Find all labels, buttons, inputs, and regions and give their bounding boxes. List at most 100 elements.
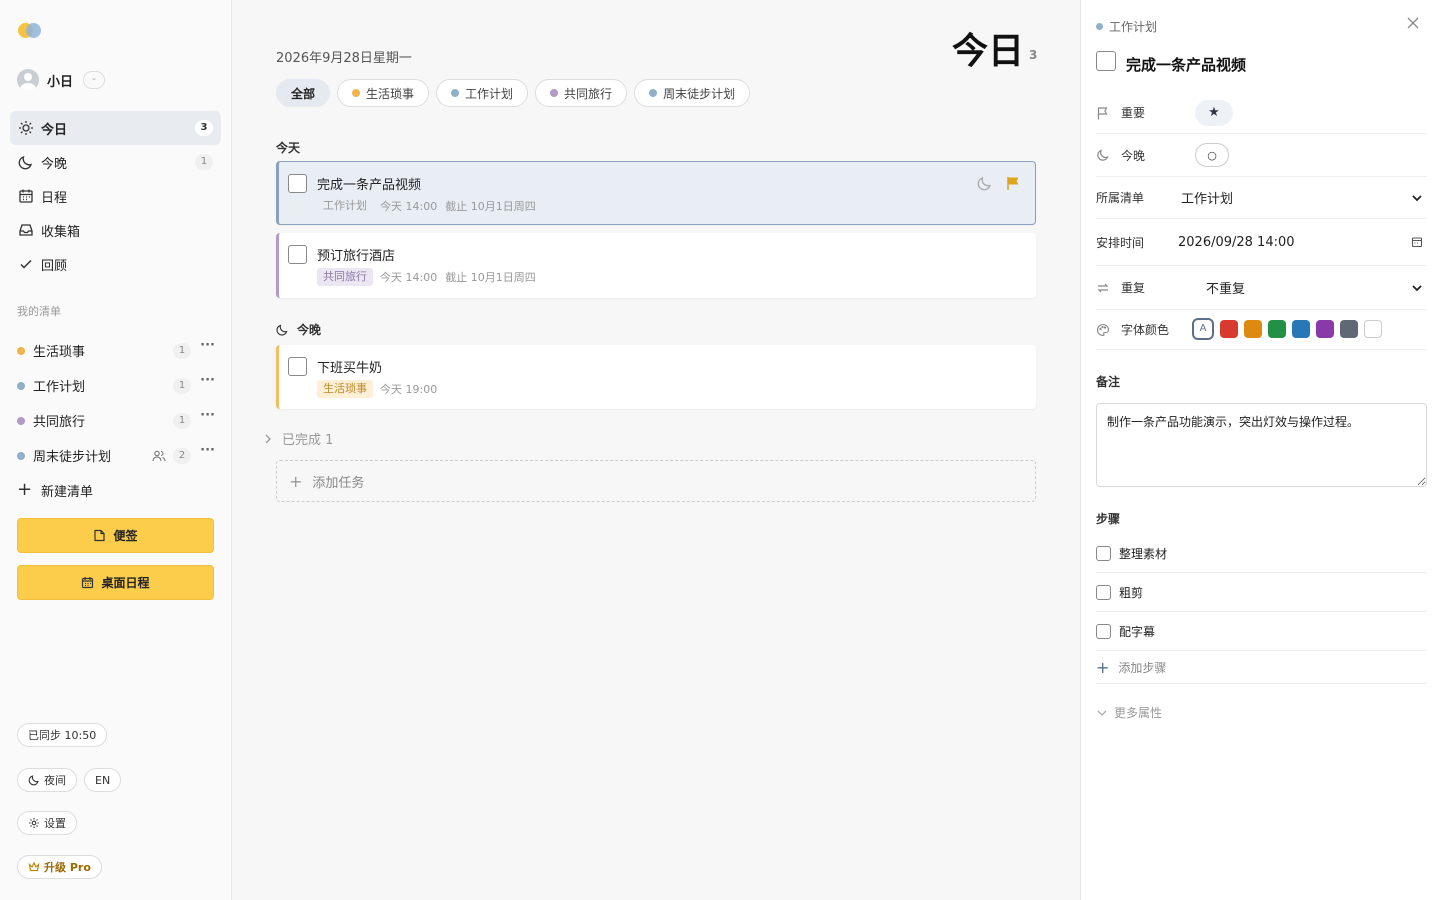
list-count-badge: 1 [173,413,191,429]
sticky-note-label: 便签 [113,529,138,543]
more-icon[interactable]: ··· [200,443,215,458]
task-checkbox[interactable] [288,357,307,376]
filter-all[interactable]: 全部 [276,79,331,107]
more-icon[interactable]: ··· [200,373,215,388]
sticky-note-button[interactable]: 便签 [17,518,214,553]
completed-label: 已完成 1 [282,433,334,448]
steps-heading: 步骤 [1096,512,1121,526]
list-label: 共同旅行 [33,415,86,430]
task-checkbox[interactable] [288,245,307,264]
step-item[interactable]: 整理素材 [1096,534,1427,573]
list-color-dot [17,451,25,460]
chevron-down-icon[interactable] [1411,192,1423,204]
font-color-label: 字体颜色 [1121,323,1170,337]
nav-item-schedule[interactable]: 日程 [10,179,221,213]
sync-status-button[interactable]: 已同步 10:50 [17,723,108,747]
repeat-row[interactable]: 重复 不重复 [1096,266,1427,310]
list-select-row[interactable]: 所属清单 工作计划 [1096,177,1427,219]
schedule-time-value[interactable]: 2026/09/28 14:00 [1178,235,1295,250]
page-task-count: 3 [1029,48,1038,62]
nav-item-tonight[interactable]: 今晚 1 [10,145,221,179]
list-item-life[interactable]: 生活琐事 1 ··· [10,333,221,368]
step-checkbox[interactable] [1096,584,1111,600]
filter-hiking[interactable]: 周末徒步计划 [634,79,751,107]
repeat-value[interactable]: 不重复 [1206,278,1245,297]
tonight-toggle[interactable]: ○ [1195,143,1229,167]
filter-label: 周末徒步计划 [663,86,736,101]
color-swatch-green[interactable] [1268,319,1286,338]
list-count-badge: 1 [173,343,191,359]
desktop-schedule-button[interactable]: 桌面日程 [17,565,214,600]
color-swatch-gray[interactable] [1340,319,1358,338]
lists: 生活琐事 1 ··· 工作计划 1 ··· 共同旅行 1 ··· 周末徒步计划 … [10,333,221,473]
more-properties-toggle[interactable]: 更多属性 [1096,704,1162,721]
chevron-down-icon[interactable] [1411,282,1423,294]
list-item-travel[interactable]: 共同旅行 1 ··· [10,403,221,438]
add-step-button[interactable]: + 添加步骤 [1096,652,1427,684]
user-status-badge[interactable]: - [83,71,106,89]
step-item[interactable]: 粗剪 [1096,573,1427,612]
night-mode-button[interactable]: 夜间 [17,768,77,792]
list-label: 生活琐事 [33,345,86,360]
task-meta: 生活琐事 今天 19:00 [317,380,445,398]
color-swatch-default[interactable]: A [1192,317,1214,340]
palette-icon [1097,323,1110,336]
completed-toggle[interactable]: 已完成 1 [262,429,333,448]
nav-item-inbox[interactable]: 收集箱 [10,213,221,247]
new-list-button[interactable]: + 新建清单 [17,478,93,502]
nav-item-review[interactable]: 回顾 [10,247,221,281]
color-swatch-orange[interactable] [1244,319,1262,338]
upgrade-pro-button[interactable]: 升级 Pro [17,855,102,879]
nav-count-badge: 1 [195,154,213,170]
language-button[interactable]: EN [84,768,122,792]
step-item[interactable]: 配字幕 [1096,612,1427,651]
detail-task-title[interactable]: 完成一条产品视频 [1126,54,1246,75]
task-list-tag: 共同旅行 [317,268,373,286]
add-task-button[interactable]: + 添加任务 [276,460,1036,502]
list-color-dot [17,416,25,425]
group-heading-tonight: 今晚 [276,321,321,338]
flag-icon[interactable] [1005,175,1021,191]
tonight-label: 今晚 [1121,148,1146,163]
avatar[interactable] [17,69,39,91]
step-checkbox[interactable] [1096,623,1111,639]
schedule-time-row[interactable]: 安排时间 2026/09/28 14:00 [1096,219,1427,266]
settings-button[interactable]: 设置 [17,811,77,835]
task-due: 截止 10月1日周四 [445,200,536,213]
color-swatch-red[interactable] [1220,319,1238,338]
task-item[interactable]: 完成一条产品视频 工作计划 今天 14:00 截止 10月1日周四 [276,161,1036,225]
list-select-value[interactable]: 工作计划 [1181,188,1233,207]
color-swatch-white[interactable] [1364,319,1382,338]
moon-icon[interactable] [977,175,993,191]
repeat-icon [1097,283,1109,292]
nav-label: 回顾 [41,258,68,274]
list-item-hiking[interactable]: 周末徒步计划 2 ··· [10,438,221,473]
filter-life[interactable]: 生活琐事 [337,79,430,107]
step-label: 配字幕 [1119,624,1156,639]
task-item[interactable]: 预订旅行酒店 共同旅行 今天 14:00 截止 10月1日周四 [276,233,1036,298]
important-toggle[interactable]: ★ [1195,99,1233,126]
nav-label: 收集箱 [41,224,81,240]
filter-work[interactable]: 工作计划 [436,79,529,107]
calendar-icon[interactable] [1411,236,1423,248]
user-profile[interactable]: 小日 - [17,69,106,91]
more-icon[interactable]: ··· [200,408,215,423]
task-time: 今天 19:00 [380,383,438,396]
detail-task-checkbox[interactable] [1096,51,1116,71]
nav-item-today[interactable]: 今日 3 [10,111,221,145]
plus-icon: + [289,471,303,491]
task-time: 今天 14:00 [380,271,438,284]
color-swatch-purple[interactable] [1316,319,1334,338]
task-checkbox[interactable] [288,174,307,193]
more-icon[interactable]: ··· [200,338,215,353]
step-checkbox[interactable] [1096,545,1111,561]
filter-travel[interactable]: 共同旅行 [535,79,628,107]
crown-icon [28,861,40,872]
color-swatch-blue[interactable] [1292,319,1310,338]
close-icon[interactable] [1406,16,1420,30]
list-item-work[interactable]: 工作计划 1 ··· [10,368,221,403]
desktop-schedule-label: 桌面日程 [101,576,150,590]
notes-textarea[interactable]: 制作一条产品功能演示，突出灯效与操作过程。 [1096,403,1427,487]
list-label: 周末徒步计划 [33,450,112,465]
task-item[interactable]: 下班买牛奶 生活琐事 今天 19:00 [276,345,1036,409]
